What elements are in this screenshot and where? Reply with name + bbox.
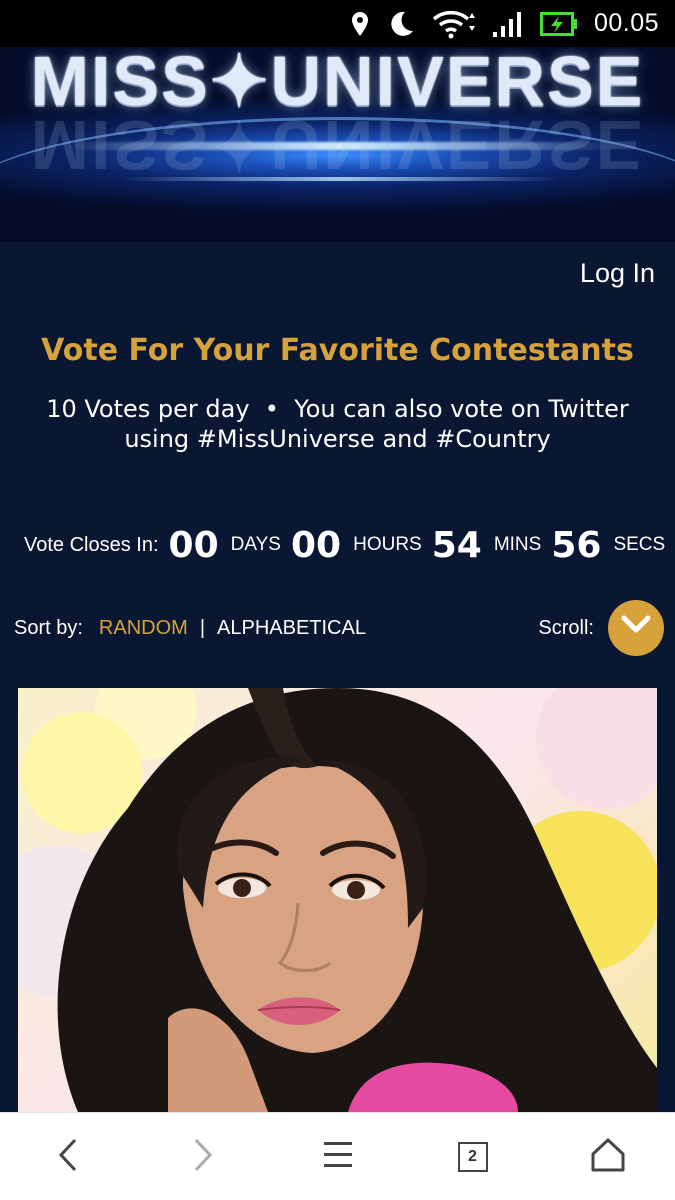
- countdown-hours-unit: HOURS: [353, 534, 422, 555]
- chevron-down-icon: [621, 615, 651, 641]
- back-button[interactable]: [33, 1122, 103, 1192]
- countdown-hours: 00: [290, 524, 342, 566]
- countdown-days-unit: DAYS: [230, 534, 281, 555]
- countdown-secs-unit: SECS: [613, 534, 666, 555]
- sort-label: Sort by:: [14, 616, 83, 639]
- menu-button[interactable]: [303, 1122, 373, 1192]
- sort-random-link[interactable]: RANDOM: [99, 617, 188, 640]
- countdown-days: 00: [168, 524, 219, 566]
- vote-countdown: Vote Closes In: 00 DAYS 00 HOURS 54 MINS…: [24, 520, 666, 570]
- scroll-label: Scroll:: [538, 616, 594, 639]
- battery-charging-icon: [539, 11, 578, 37]
- site-logo: MISS✦UNIVERSE: [30, 47, 645, 120]
- browser-toolbar: 2: [0, 1112, 675, 1200]
- vote-info-line-2: using #MissUniverse and #Country: [124, 425, 551, 453]
- wifi-icon: [432, 9, 476, 39]
- sort-bar: Sort by: RANDOM | ALPHABETICAL Scroll:: [14, 600, 664, 656]
- status-bar: 00.05: [0, 0, 675, 47]
- page-title: Vote For Your Favorite Contestants: [41, 333, 634, 368]
- sort-separator: |: [199, 616, 206, 639]
- app-screen: 00.05 MISS✦UNIVERSE MISS✦UNIVERSE Log In…: [0, 0, 675, 1200]
- scroll-down-button[interactable]: [608, 600, 664, 656]
- miss-universe-banner: MISS✦UNIVERSE MISS✦UNIVERSE: [0, 47, 675, 242]
- moon-icon: [386, 9, 416, 39]
- signal-icon: [492, 10, 524, 38]
- tabs-button[interactable]: 2: [438, 1122, 508, 1192]
- status-time: 00.05: [593, 9, 659, 37]
- vote-info: 10 Votes per day • You can also vote on …: [0, 394, 675, 454]
- countdown-mins-unit: MINS: [493, 534, 542, 555]
- menu-icon: [323, 1139, 353, 1175]
- login-link[interactable]: Log In: [580, 258, 655, 289]
- vote-info-line-1: 10 Votes per day • You can also vote on …: [46, 395, 629, 423]
- tabs-icon: 2: [457, 1142, 488, 1172]
- logo-reflection: MISS✦UNIVERSE: [30, 106, 645, 184]
- sort-alphabetical-link[interactable]: ALPHABETICAL: [217, 617, 366, 640]
- countdown-label: Vote Closes In:: [24, 533, 159, 556]
- location-icon: [350, 11, 370, 37]
- countdown-mins: 54: [431, 524, 482, 566]
- forward-arrow-icon: [191, 1137, 215, 1177]
- countdown-secs: 56: [551, 524, 602, 566]
- home-icon: [590, 1137, 626, 1177]
- forward-button[interactable]: [168, 1122, 238, 1192]
- contestant-photo[interactable]: [18, 688, 657, 1112]
- back-arrow-icon: [56, 1137, 80, 1177]
- home-button[interactable]: [573, 1122, 643, 1192]
